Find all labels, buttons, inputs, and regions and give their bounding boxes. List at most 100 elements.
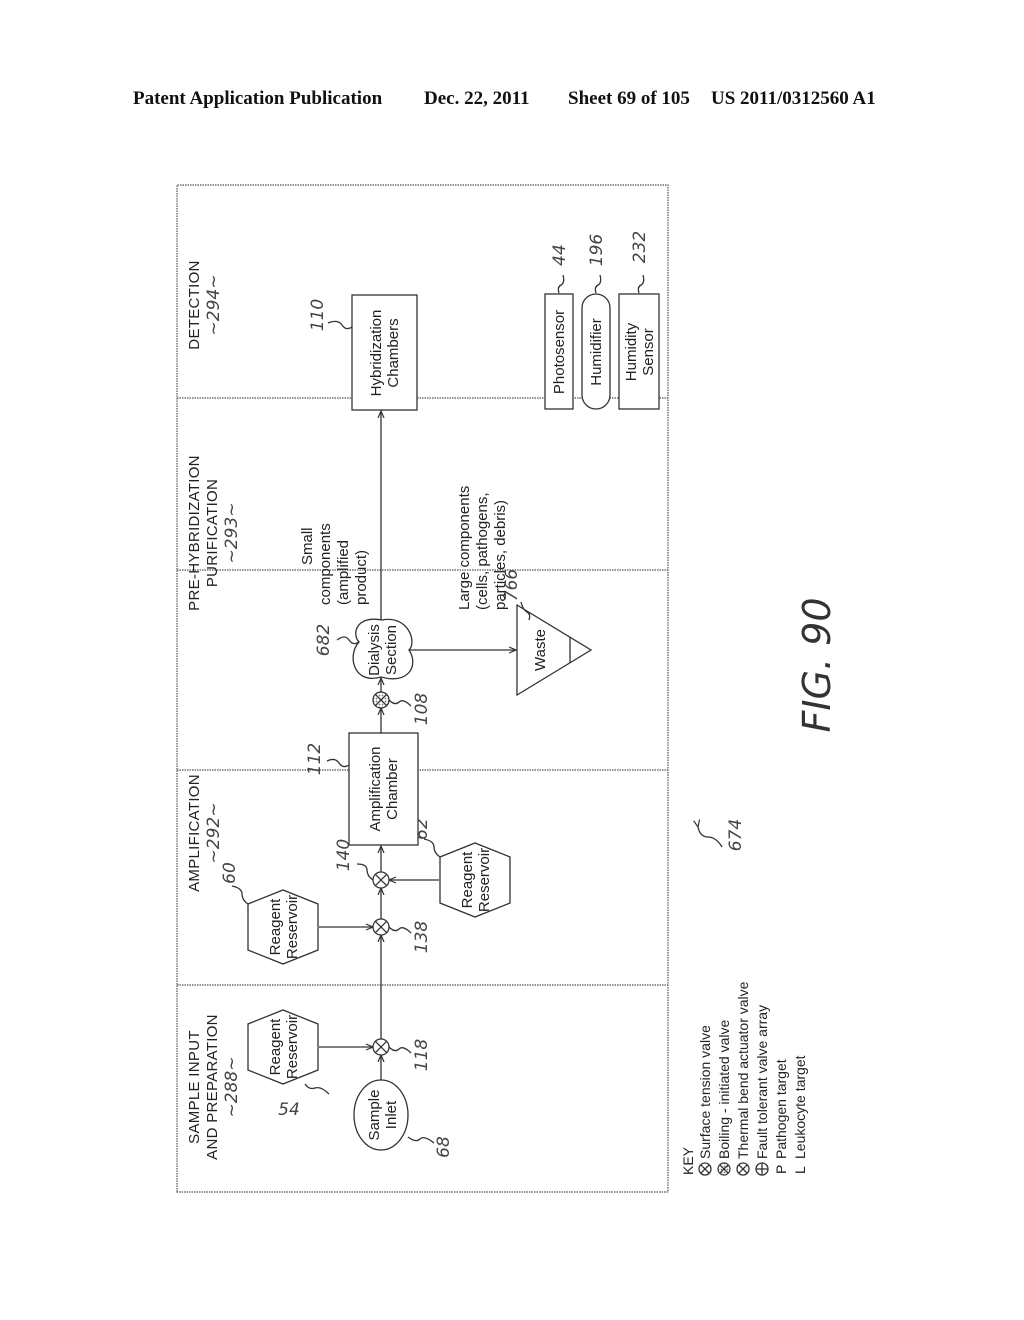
reagent-reservoir-62: Reagent Reservoir 62 [412,818,511,918]
leader-line [423,838,441,858]
leader-line [231,885,249,905]
key-label: Boiling - initiated valve [716,1019,732,1159]
ref-numeral: 232 [630,231,650,263]
key-symbol: L [792,1166,808,1174]
key-label: Fault tolerant valve array [754,1005,770,1159]
annotation-text: Large components [456,486,473,610]
leader-line [336,636,360,645]
key-title: KEY [680,1146,696,1175]
section-sample-input: SAMPLE INPUT AND PREPARATION ~288~ [186,1014,242,1160]
leader-line [407,1136,435,1144]
node-label: Chambers [385,318,402,387]
section-title: DETECTION [186,260,203,349]
node-label: Reservoir [476,848,493,912]
node-label: Amplification [367,746,384,831]
node-label: Reservoir [284,1015,301,1079]
ref-numeral: 682 [314,624,334,656]
section-title: PRE-HYBRIDIZATION [186,455,203,611]
ref-numeral: 68 [434,1136,454,1158]
photosensor: Photosensor 44 [544,244,574,410]
small-components-note: Small components (amplified product) [299,523,370,605]
node-label: Inlet [383,1100,400,1129]
ref-numeral: 54 [278,1100,300,1120]
node-label: Reagent [267,1018,284,1076]
key-item-surface-tension: Surface tension valve [697,1025,713,1176]
node-label: Reservoir [284,895,301,959]
annotation-text: components [317,523,334,605]
key-label: Thermal bend actuator valve [735,981,751,1159]
ref-arrow [698,827,723,848]
surface-tension-valve-118: 118 [372,1038,432,1072]
figure-label: FIG. 90 [795,597,839,732]
dialysis-section: Dialysis Section 682 [314,618,414,680]
ref-numeral: 108 [412,693,432,726]
leader-line [388,699,412,707]
rotated-frame: SAMPLE INPUT AND PREPARATION ~288~ AMPLI… [176,184,839,1193]
node-label: Sample [366,1090,383,1141]
annotation-text: particles, debris) [492,500,509,610]
node-label: Dialysis [366,624,383,676]
boiling-initiated-valve-108: 108 [372,691,432,726]
node-label: Sensor [640,328,657,376]
node-label: Section [383,625,400,675]
node-label: Humidifier [588,318,605,386]
amplification-chamber: Amplification Chamber 112 [305,732,419,846]
node-label: Hybridization [368,310,385,397]
sample-inlet: Sample Inlet 68 [353,1079,454,1158]
section-title: SAMPLE INPUT [186,1030,203,1144]
section-ref: ~288~ [222,1057,242,1118]
ref-numeral: 44 [550,244,570,266]
surface-tension-valve-138: 138 [372,918,432,954]
key-label: Surface tension valve [697,1025,713,1159]
annotation-text: product) [353,550,370,605]
ref-numeral: 196 [587,234,607,267]
leader-line [637,274,645,294]
ref-numeral: 110 [308,299,328,331]
reagent-reservoir-60: Reagent Reservoir 60 [220,862,319,965]
key-item-leukocyte: L Leukocyte target [792,1055,808,1174]
node-label: Chamber [384,758,401,820]
figure-ref-674: 674 [698,819,746,851]
node-label: Photosensor [551,310,568,394]
node-label: Reagent [459,851,476,909]
section-title: PURIFICATION [204,479,221,587]
flow-diagram: SAMPLE INPUT AND PREPARATION ~288~ AMPLI… [176,184,839,1193]
ref-numeral: 60 [220,862,240,884]
annotation-text: Small [299,527,316,565]
leader-line [388,926,412,934]
key-symbol: P [773,1165,789,1174]
section-detection: DETECTION ~294~ [186,260,224,349]
key-item-thermal-bend: Thermal bend actuator valve [735,981,751,1176]
node-label: Reagent [267,898,284,956]
ref-numeral: 118 [412,1039,432,1072]
section-ref: ~293~ [222,503,242,564]
section-ref: ~292~ [204,803,224,864]
section-ref: ~294~ [204,275,224,336]
key-label: Pathogen target [773,1059,789,1159]
hybridization-chambers: Hybridization Chambers 110 [308,294,418,411]
key-item-fault-tolerant: Fault tolerant valve array [754,1005,770,1176]
humidity-sensor: Humidity Sensor 232 [618,231,660,410]
annotation-text: (amplified [335,540,352,605]
humidifier: Humidifier 196 [581,234,611,410]
section-purification: PRE-HYBRIDIZATION PURIFICATION ~293~ [186,455,242,611]
leader-line [356,863,374,881]
ref-numeral: 138 [412,921,432,954]
leader-line [594,274,602,294]
leader-line [326,758,350,768]
ref-numeral: 112 [305,743,325,775]
leader-line [557,274,565,294]
leader-line [304,1083,330,1095]
node-label: Humidity [623,322,640,381]
key-legend: KEY Surface tension valve Boiling - init… [680,981,808,1176]
section-amplification: AMPLIFICATION ~292~ [186,774,224,892]
leader-line [388,1046,412,1054]
annotation-text: (cells, pathogens, [474,492,491,610]
leader-line [327,320,353,330]
section-title: AMPLIFICATION [186,774,203,892]
section-title: AND PREPARATION [204,1014,221,1160]
waste-container: Waste 766 [502,569,593,697]
large-components-note: Large components (cells, pathogens, part… [456,486,509,610]
node-label: Waste [532,629,549,671]
ref-numeral: 674 [726,819,746,851]
